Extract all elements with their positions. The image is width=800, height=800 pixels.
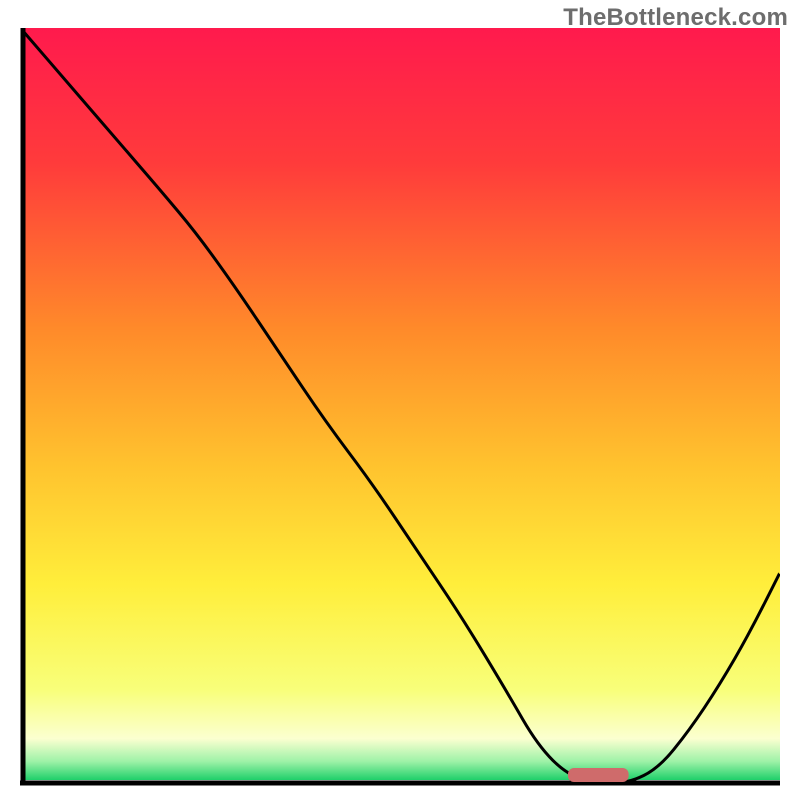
optimal-marker	[568, 768, 629, 782]
plot-background	[23, 28, 780, 780]
chart-plot	[20, 28, 780, 788]
